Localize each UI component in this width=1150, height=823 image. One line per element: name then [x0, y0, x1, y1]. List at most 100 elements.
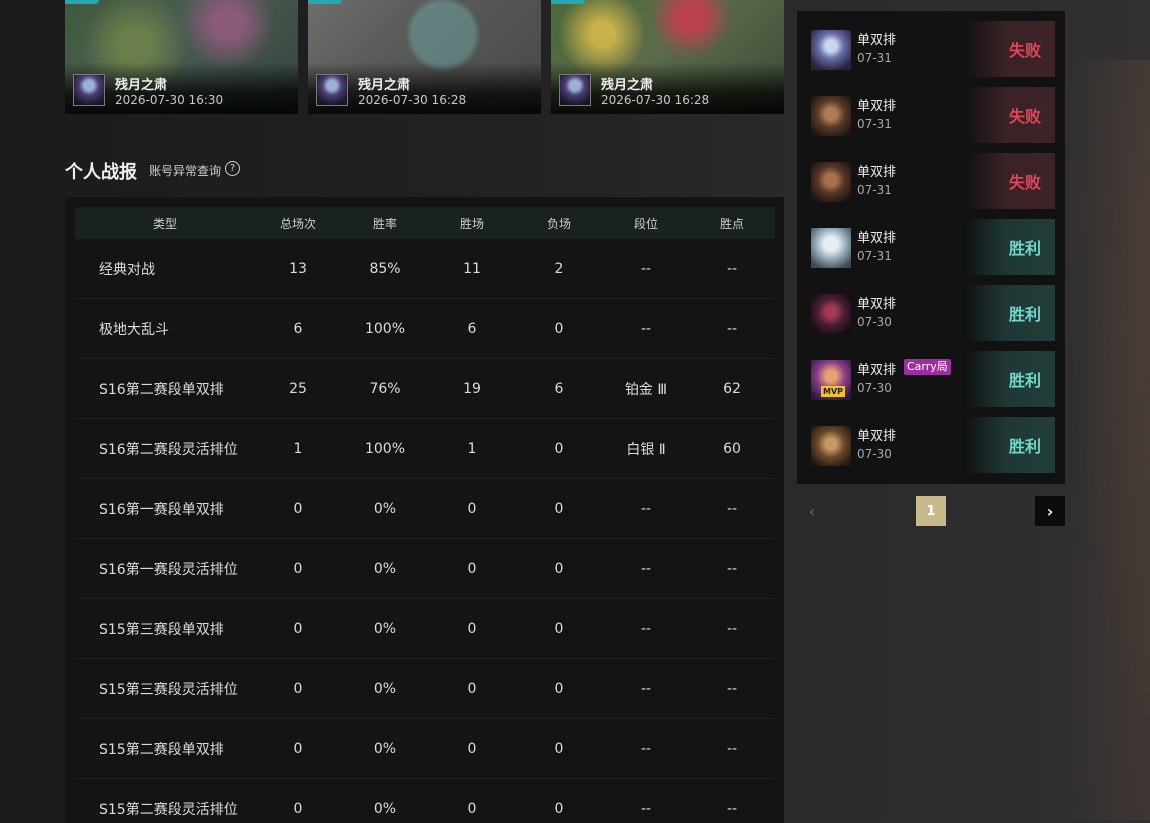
video-card[interactable]: 残月之肃 2026-07-30 16:28	[308, 0, 541, 114]
cell-tier: 白银 Ⅱ	[626, 441, 666, 458]
player-avatar	[73, 74, 105, 106]
help-icon[interactable]: ?	[225, 161, 240, 176]
cell-wins: 0	[467, 740, 477, 757]
match-date: 07-30	[857, 447, 892, 461]
cell-wins: 0	[467, 620, 477, 637]
cell-lp: --	[726, 620, 738, 637]
match-date: 07-31	[857, 117, 892, 131]
match-mode: 单双排	[857, 363, 897, 378]
stats-table: 类型 总场次 胜率 胜场 负场 段位 胜点 经典对战 13 85% 11 2 -…	[65, 197, 784, 823]
cell-tier: --	[640, 620, 652, 637]
cell-type: S15第三赛段灵活排位	[99, 681, 238, 698]
cell-losses: 0	[554, 740, 564, 757]
video-card[interactable]: 残月之肃 2026-07-30 16:28	[551, 0, 784, 114]
champion-portrait	[811, 228, 851, 268]
match-result: 胜利	[965, 219, 1055, 275]
cell-winrate: 100%	[364, 320, 406, 337]
cell-total: 0	[293, 620, 303, 637]
table-body: 经典对战 13 85% 11 2 -- -- 极地大乱斗 6 100% 6 0 …	[75, 239, 775, 823]
cell-type: 极地大乱斗	[99, 321, 169, 338]
cell-total: 25	[289, 380, 307, 397]
table-header: 类型 总场次 胜率 胜场 负场 段位 胜点	[75, 207, 775, 239]
match-item[interactable]: 单双排 07-31 失败	[811, 21, 1055, 77]
cell-losses: 0	[554, 680, 564, 697]
match-result: 胜利	[965, 417, 1055, 473]
video-time: 2026-07-30 16:30	[115, 93, 224, 107]
header-wins: 胜场	[459, 216, 484, 231]
match-date: 07-31	[857, 249, 892, 263]
match-date: 07-30	[857, 315, 892, 329]
match-mode: 单双排	[857, 297, 897, 312]
cell-total: 0	[293, 560, 303, 577]
match-item[interactable]: 单双排 07-30 胜利	[811, 417, 1055, 473]
player-avatar	[559, 74, 591, 106]
champion-portrait	[811, 162, 851, 202]
match-mode: 单双排	[857, 165, 897, 180]
cell-losses: 6	[554, 380, 564, 397]
player-name: 残月之肃	[358, 78, 411, 93]
match-item[interactable]: MVP 单双排 Carry局 07-30 胜利	[811, 351, 1055, 407]
table-row: S16第一赛段灵活排位 0 0% 0 0 -- --	[75, 539, 775, 599]
match-result: 失败	[965, 87, 1055, 143]
cell-losses: 0	[554, 320, 564, 337]
table-row: 极地大乱斗 6 100% 6 0 -- --	[75, 299, 775, 359]
champion-portrait	[811, 30, 851, 70]
next-page-button[interactable]: ›	[1035, 496, 1065, 526]
video-card[interactable]: 残月之肃 2026-07-30 16:30	[65, 0, 298, 114]
cell-lp: --	[726, 560, 738, 577]
cell-winrate: 0%	[373, 620, 397, 637]
carry-badge: Carry局	[904, 359, 951, 375]
prev-page-button[interactable]: ‹	[797, 496, 827, 526]
cell-lp: --	[726, 740, 738, 757]
table-row: S16第二赛段单双排 25 76% 19 6 铂金 Ⅲ 62	[75, 359, 775, 419]
match-item[interactable]: 单双排 07-31 失败	[811, 153, 1055, 209]
cell-tier: 铂金 Ⅲ	[624, 381, 668, 398]
match-result: 胜利	[965, 285, 1055, 341]
cell-tier: --	[640, 680, 652, 697]
video-list: 残月之肃 2026-07-30 16:30 残月之肃 2026-07-30 16…	[65, 0, 784, 114]
cell-lp: 62	[723, 380, 741, 397]
video-tag	[308, 0, 342, 4]
match-date: 07-31	[857, 183, 892, 197]
cell-losses: 0	[554, 440, 564, 457]
table-row: S16第二赛段灵活排位 1 100% 1 0 白银 Ⅱ 60	[75, 419, 775, 479]
cell-total: 6	[293, 320, 303, 337]
match-date: 07-30	[857, 381, 892, 395]
player-name: 残月之肃	[601, 78, 654, 93]
cell-winrate: 100%	[364, 440, 406, 457]
match-item[interactable]: 单双排 07-31 胜利	[811, 219, 1055, 275]
account-abnormal-query-link[interactable]: 账号异常查询	[149, 162, 221, 179]
header-lp: 胜点	[719, 216, 744, 231]
cell-total: 0	[293, 800, 303, 817]
chevron-left-icon: ‹	[808, 501, 816, 521]
cell-total: 1	[293, 440, 303, 457]
section-title: 个人战报	[65, 162, 137, 183]
video-tag	[551, 0, 585, 4]
match-history: 单双排 07-31 失败 单双排 07-31 失败 单双排 07-31 失败 单…	[797, 11, 1065, 484]
header-winrate: 胜率	[372, 216, 397, 231]
cell-lp: --	[726, 680, 738, 697]
match-mode: 单双排	[857, 33, 897, 48]
cell-losses: 0	[554, 800, 564, 817]
cell-winrate: 0%	[373, 500, 397, 517]
cell-total: 13	[289, 260, 307, 277]
match-item[interactable]: 单双排 07-30 胜利	[811, 285, 1055, 341]
match-item[interactable]: 单双排 07-31 失败	[811, 87, 1055, 143]
cell-type: 经典对战	[99, 261, 155, 278]
table-row: 经典对战 13 85% 11 2 -- --	[75, 239, 775, 299]
cell-tier: --	[640, 260, 652, 277]
cell-wins: 0	[467, 560, 477, 577]
cell-wins: 19	[463, 380, 481, 397]
champion-portrait	[811, 294, 851, 334]
table-row: S16第一赛段单双排 0 0% 0 0 -- --	[75, 479, 775, 539]
player-name: 残月之肃	[115, 78, 168, 93]
background-art	[1050, 60, 1150, 820]
cell-wins: 1	[467, 440, 477, 457]
cell-tier: --	[640, 500, 652, 517]
cell-winrate: 0%	[373, 800, 397, 817]
cell-losses: 0	[554, 620, 564, 637]
header-tier: 段位	[633, 216, 658, 231]
page-number-button[interactable]: 1	[916, 496, 946, 526]
match-date: 07-31	[857, 51, 892, 65]
table-row: S15第三赛段灵活排位 0 0% 0 0 -- --	[75, 659, 775, 719]
